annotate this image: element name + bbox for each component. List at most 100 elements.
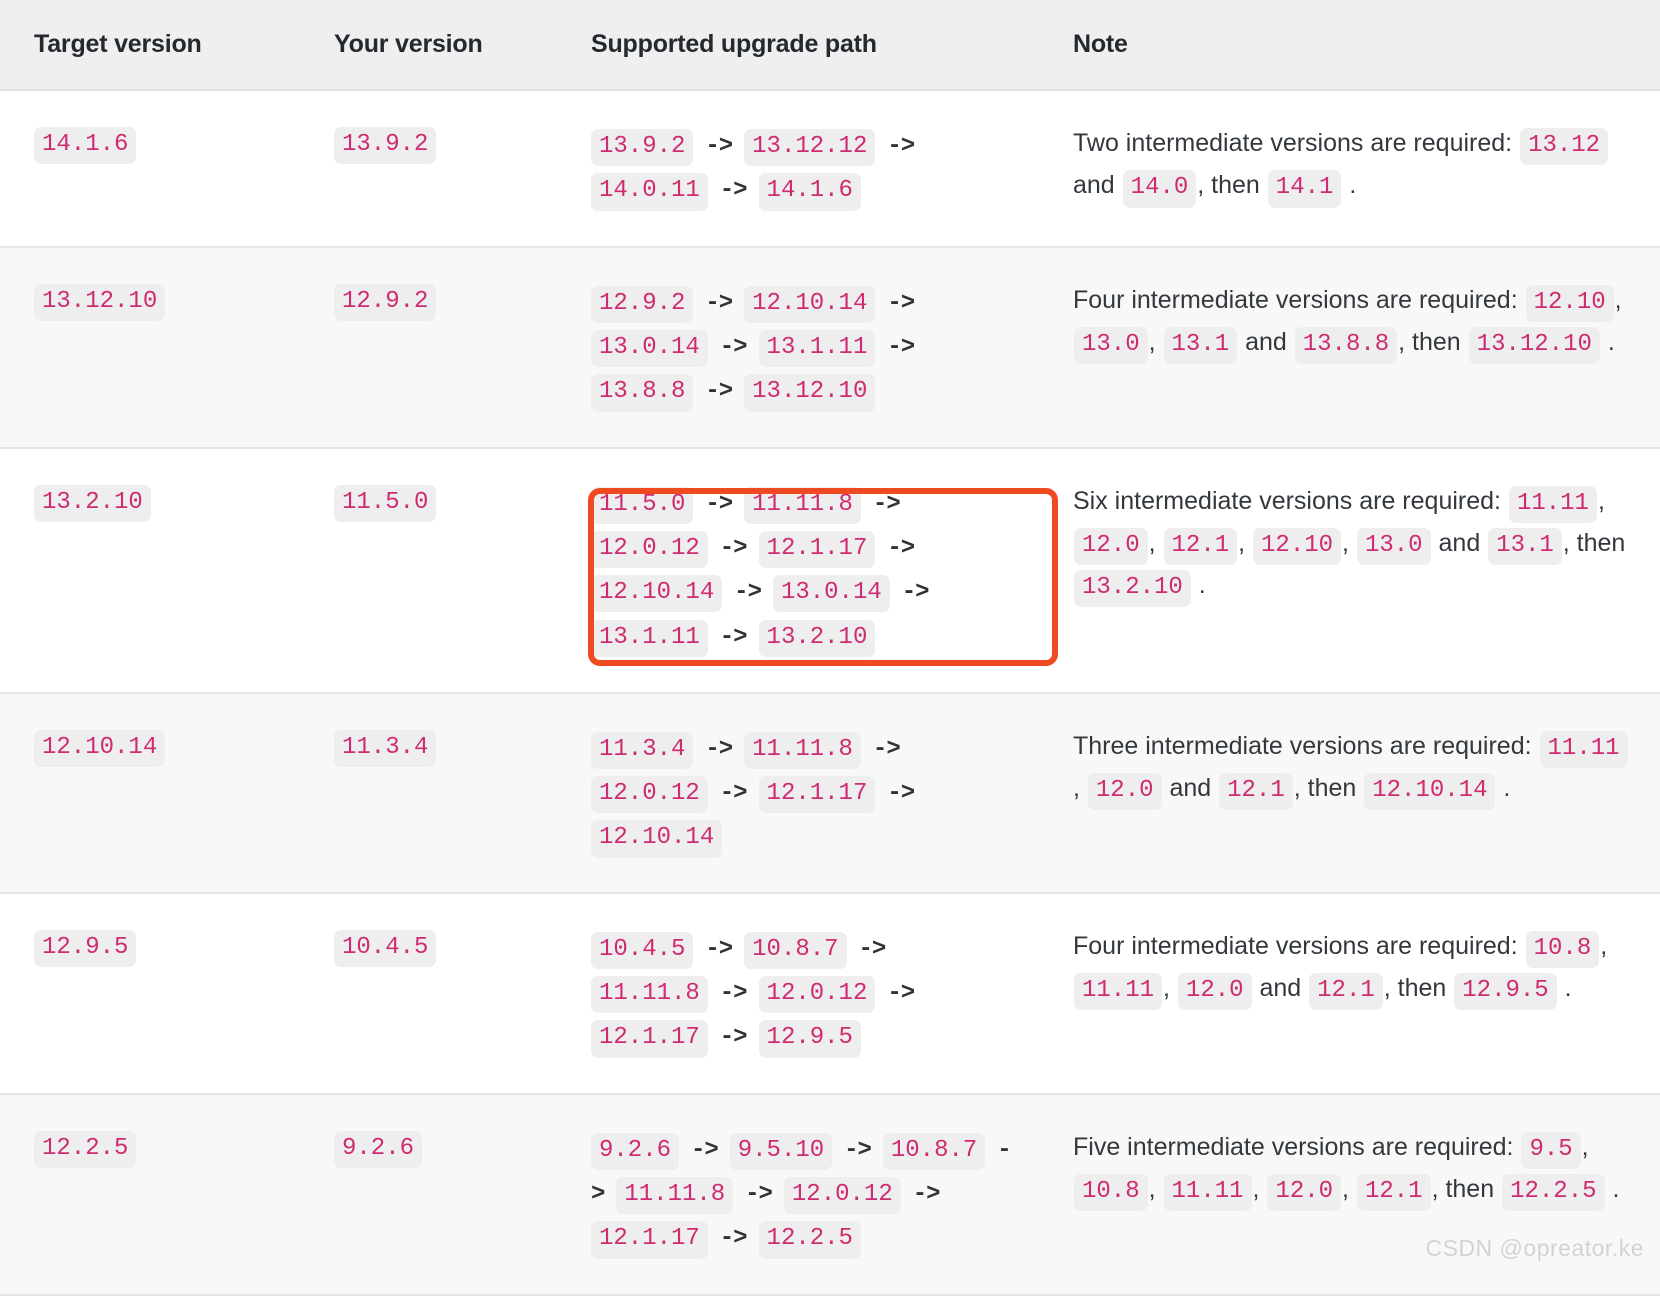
cell-your-version: 11.3.4 [300, 692, 557, 894]
table-header: Target version Your version Supported up… [0, 0, 1660, 91]
version-chip: 13.0 [1356, 527, 1431, 566]
note-end-punctuation: . [1607, 327, 1615, 356]
note-end-punctuation: . [1503, 774, 1511, 803]
version-chip: 11.11.8 [744, 731, 861, 770]
table-row: 13.12.10 12.9.2 12.9.2 -> 12.10.14 -> 13.0… [0, 246, 1660, 449]
version-chip: 11.3.4 [334, 729, 437, 768]
arrow-icon: -> [901, 579, 930, 607]
version-chip: 14.0 [1122, 170, 1197, 208]
version-chip: 13.12.10 [1468, 326, 1600, 365]
upgrade-path-sequence: 12.9.2 -> 12.10.14 -> 13.0.14 -> 13.1.11… [591, 285, 918, 412]
arrow-icon: -> [719, 333, 748, 361]
version-chip: 9.5.10 [729, 1132, 833, 1170]
arrow-icon: -> [912, 1180, 941, 1208]
arrow-icon: -> [887, 780, 915, 808]
upgrade-path-sequence: 11.5.0 -> 11.11.8 -> 12.0.12 -> 12.1.17 … [591, 486, 933, 657]
table-header-row: Target version Your version Supported up… [0, 0, 1660, 91]
upgrade-path-sequence: 11.3.4 -> 11.11.8 -> 12.0.12 -> 12.1.17 … [591, 731, 918, 858]
version-chip: 11.11 [1539, 730, 1628, 769]
note-then-text: , then [1398, 327, 1461, 356]
note-lead-text: Five intermediate versions are required: [1073, 1132, 1514, 1161]
version-chip: 9.2.6 [591, 1132, 680, 1170]
arrow-icon: -> [719, 177, 748, 205]
version-chip: 9.2.6 [334, 1130, 423, 1168]
version-chip: 13.2.10 [1074, 570, 1191, 608]
version-chip: 12.1.17 [758, 530, 876, 569]
cell-target-version: 14.1.6 [0, 90, 300, 248]
version-chip: 11.5.0 [591, 486, 694, 524]
version-chip: 13.8.8 [591, 374, 694, 412]
version-chip: 14.1.6 [34, 127, 137, 165]
note-end-punctuation: . [1564, 973, 1572, 1002]
version-chip: 11.5.0 [334, 484, 437, 522]
note-text: Five intermediate versions are required:… [1073, 1131, 1619, 1212]
arrow-icon: -> [705, 378, 733, 406]
version-chip: 14.1.6 [758, 173, 861, 211]
column-header-your-version: Your version [300, 0, 557, 91]
upgrade-path-table: Target version Your version Supported up… [0, 0, 1660, 1296]
note-then-text: , then [1383, 973, 1447, 1002]
cell-supported-upgrade-path: 11.5.0 -> 11.11.8 -> 12.0.12 -> 12.1.17 … [557, 447, 1039, 694]
version-chip: 13.12 [1520, 128, 1609, 166]
version-chip: 12.10.14 [1364, 773, 1496, 811]
arrow-icon: -> [872, 735, 901, 763]
cell-your-version: 13.9.2 [300, 90, 557, 248]
version-chip: 11.11.8 [744, 486, 861, 524]
version-chip: 13.1 [1488, 527, 1562, 566]
arrow-icon: -> [734, 579, 762, 607]
arrow-icon: -> [705, 133, 733, 160]
upgrade-path-table-container: Target version Your version Supported up… [0, 0, 1660, 1296]
table-row: 12.9.5 10.4.5 10.4.5 -> 10.8.7 -> 11.11.8 … [0, 892, 1660, 1095]
arrow-icon: -> [719, 534, 748, 562]
cell-your-version: 9.2.6 [300, 1093, 557, 1296]
note-text: Three intermediate versions are required… [1073, 730, 1629, 811]
cell-target-version: 12.10.14 [0, 692, 300, 894]
version-chip: 12.9.5 [758, 1020, 861, 1058]
note-then-text: , then [1562, 528, 1626, 557]
version-chip: 13.2.10 [758, 619, 876, 657]
watermark: CSDN @opreator.ke [1425, 1235, 1644, 1261]
note-lead-text: Three intermediate versions are required… [1073, 731, 1532, 760]
note-separator: and [1238, 327, 1294, 356]
version-chip: 10.8.7 [744, 931, 847, 969]
arrow-icon: -> [719, 1225, 748, 1253]
arrow-icon: -> [705, 289, 733, 317]
note-lead-text: Two intermediate versions are required: [1073, 129, 1513, 157]
table-body: 14.1.6 13.9.2 13.9.2 -> 13.12.12 -> 14.0.1… [0, 90, 1660, 1296]
note-separator: and [1073, 171, 1122, 200]
version-chip: 11.11.8 [616, 1176, 734, 1215]
cell-supported-upgrade-path: 13.9.2 -> 13.12.12 -> 14.0.11 -> 14.1.6 [557, 90, 1039, 248]
upgrade-path-sequence: 9.2.6 -> 9.5.10 -> 10.8.7 -> 11.11.8 -> … [591, 1132, 1012, 1259]
version-chip: 12.10 [1525, 284, 1614, 322]
table-row: 12.10.14 11.3.4 11.3.4 -> 11.11.8 -> 12.0.… [0, 692, 1660, 894]
version-chip: 12.0 [1087, 773, 1162, 811]
version-chip: 12.0.12 [783, 1176, 901, 1215]
version-chip: 14.0.11 [591, 173, 708, 211]
arrow-icon: -> [745, 1180, 773, 1208]
cell-target-version: 12.2.5 [0, 1093, 300, 1296]
version-chip: 11.11 [1508, 485, 1597, 523]
version-chip: 13.1 [1163, 326, 1238, 365]
version-chip: 12.0 [1267, 1173, 1342, 1212]
cell-note: Two intermediate versions are required: … [1039, 90, 1660, 248]
upgrade-path-sequence: 13.9.2 -> 13.12.12 -> 14.0.11 -> 14.1.6 [591, 129, 918, 211]
arrow-icon: -> [719, 623, 748, 651]
note-lead-text: Six intermediate versions are required: [1073, 486, 1501, 515]
arrow-icon: -> [887, 980, 915, 1008]
version-chip: 14.1 [1267, 170, 1342, 208]
version-chip: 10.8.7 [882, 1132, 986, 1170]
version-chip: 12.1.17 [591, 1020, 708, 1058]
note-then-text: , then [1293, 774, 1357, 803]
cell-your-version: 11.5.0 [300, 447, 557, 694]
version-chip: 13.0.14 [591, 329, 708, 368]
arrow-icon: -> [719, 980, 748, 1008]
version-chip: 10.8 [1525, 930, 1600, 968]
version-chip: 12.9.5 [1454, 972, 1557, 1011]
arrow-icon: -> [705, 735, 733, 763]
table-row: 14.1.6 13.9.2 13.9.2 -> 13.12.12 -> 14.0.1… [0, 90, 1660, 248]
version-chip: 12.2.5 [758, 1221, 861, 1259]
arrow-icon: -> [887, 534, 915, 562]
note-separator: and [1431, 528, 1488, 557]
version-chip: 12.1 [1219, 773, 1293, 811]
version-chip: 10.8 [1074, 1173, 1148, 1212]
